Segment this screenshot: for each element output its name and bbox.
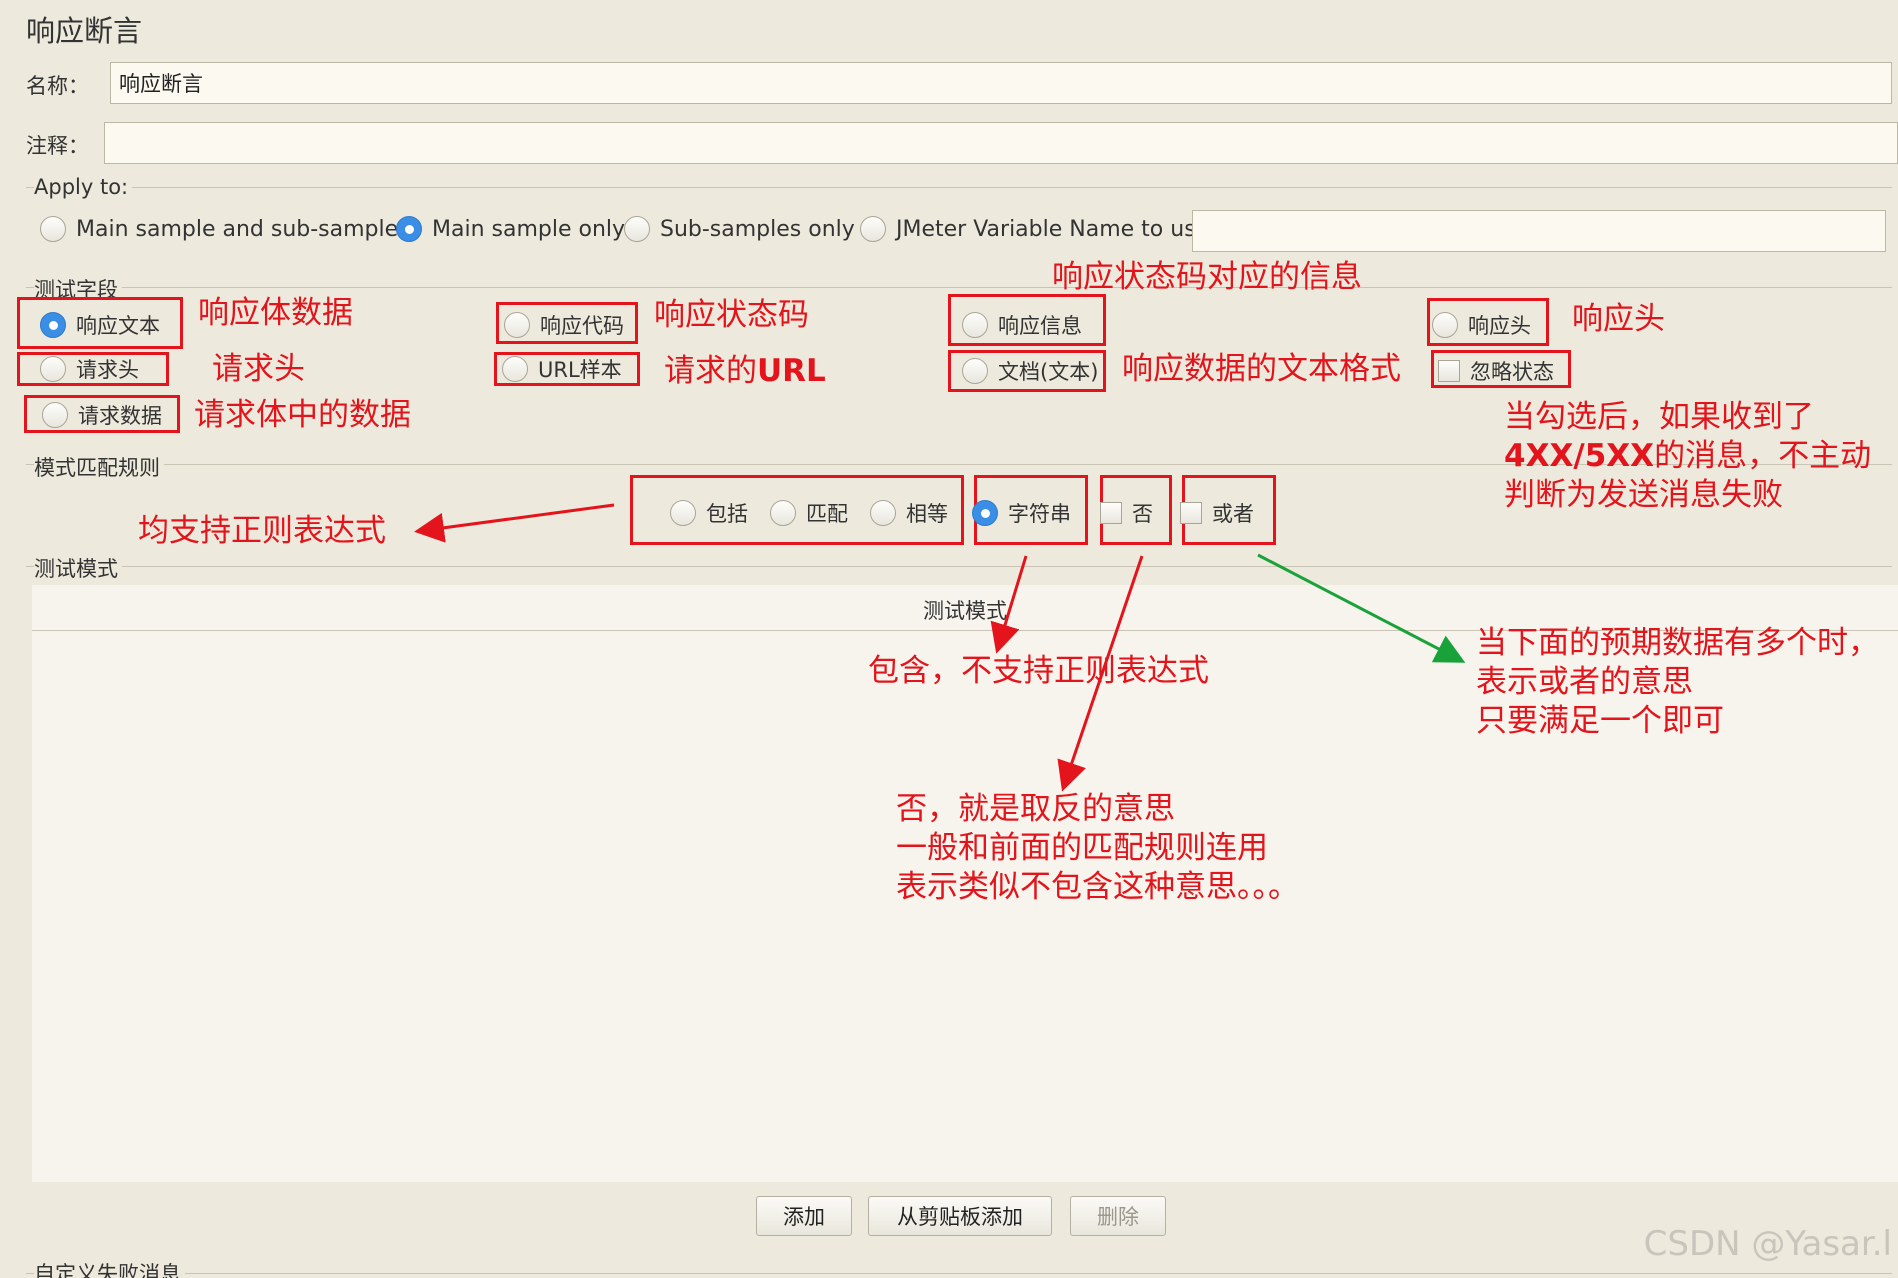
arrow-not [1057, 555, 1144, 792]
watermark: CSDN @Yasar.l [1643, 1224, 1892, 1264]
annotation-arrows [414, 503, 1466, 792]
arrow-contains [990, 555, 1028, 654]
arrow-regex [414, 503, 615, 543]
arrow-or [1257, 553, 1466, 663]
